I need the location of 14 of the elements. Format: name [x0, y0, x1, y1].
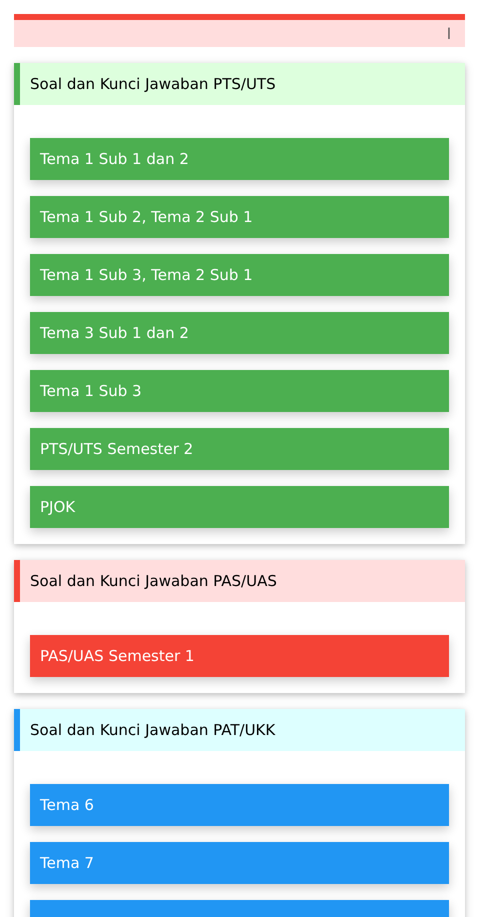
link-button[interactable]: PTS/UTS Semester 2	[30, 428, 449, 470]
link-button[interactable]: PJOK	[30, 486, 449, 528]
link-button[interactable]: Tema 1 Sub 1 dan 2	[30, 138, 449, 180]
link-button[interactable]: PAS/UAS Semester 1	[30, 635, 449, 677]
section-title: Soal dan Kunci Jawaban PAT/UKK	[30, 721, 276, 739]
link-button[interactable]: Tema 7	[30, 842, 449, 884]
alert-text: l	[446, 24, 451, 42]
section-title: Soal dan Kunci Jawaban PAS/UAS	[30, 572, 277, 590]
link-button[interactable]: Tema 1 Sub 2, Tema 2 Sub 1	[30, 196, 449, 238]
link-button[interactable]: Tema 3 Sub 1 dan 2	[30, 312, 449, 354]
link-button[interactable]: Tema 1 Sub 3, Tema 2 Sub 1	[30, 254, 449, 296]
section-title: Soal dan Kunci Jawaban PTS/UTS	[30, 75, 276, 93]
link-button[interactable]: Tema 1 Sub 3	[30, 370, 449, 412]
link-button[interactable]: Tema 6	[30, 784, 449, 826]
